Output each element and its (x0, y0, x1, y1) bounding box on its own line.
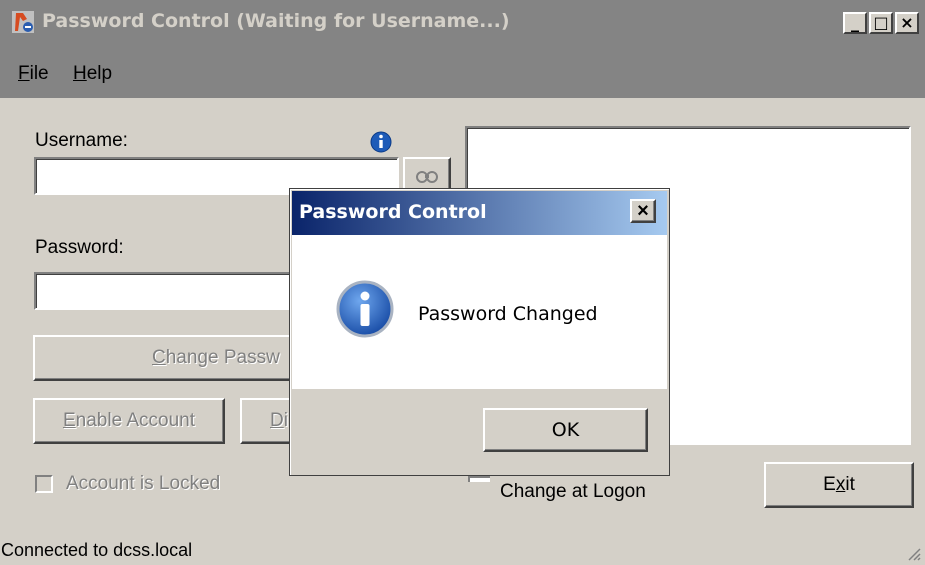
change-password-button[interactable]: Change Passw (33, 335, 295, 381)
minimize-button[interactable]: _ (843, 12, 867, 34)
resize-grip-icon[interactable] (905, 545, 921, 561)
status-text: Connected to dcss.local (1, 540, 193, 560)
app-icon (12, 11, 34, 33)
password-input[interactable] (34, 272, 296, 310)
menu-help[interactable]: Help (73, 63, 112, 85)
message-dialog: Password Control × Password Changed OK (289, 188, 670, 476)
change-at-logon-label: Change at Logon (500, 481, 646, 502)
lookup-icon (416, 171, 438, 183)
account-locked-label: Account is Locked (66, 473, 221, 494)
password-label: Password: (35, 237, 124, 258)
close-icon: × (637, 200, 649, 222)
username-label: Username: (35, 130, 128, 151)
info-icon[interactable] (369, 130, 393, 154)
maximize-button[interactable]: □ (869, 12, 893, 34)
exit-button[interactable]: Exit (764, 462, 914, 508)
info-large-icon (336, 280, 394, 338)
dialog-message: Password Changed (418, 303, 598, 325)
window-titlebar[interactable]: Password Control (Waiting for Username..… (0, 0, 925, 46)
dialog-close-button[interactable]: × (630, 199, 656, 223)
close-button[interactable]: × (895, 12, 919, 34)
change-at-logon-checkbox[interactable] (468, 476, 490, 482)
window-title: Password Control (Waiting for Username..… (42, 10, 510, 32)
menu-file[interactable]: File (18, 63, 49, 85)
dialog-title: Password Control (299, 201, 487, 223)
account-locked-checkbox[interactable] (35, 475, 53, 493)
enable-account-button[interactable]: Enable Account (33, 398, 225, 444)
menu-bar (0, 46, 925, 98)
ok-button[interactable]: OK (483, 408, 648, 452)
disable-account-button[interactable]: Di (240, 398, 295, 444)
